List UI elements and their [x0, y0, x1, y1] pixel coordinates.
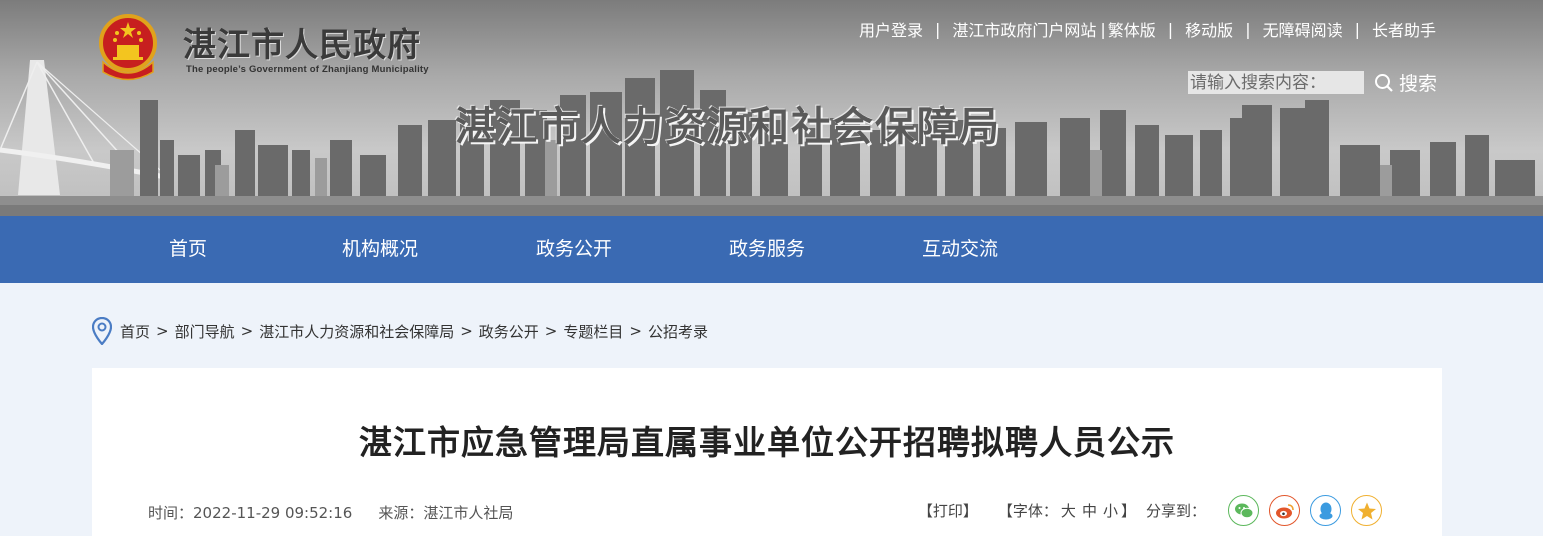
source-value: 湛江市人社局 — [423, 504, 514, 522]
search-box: 搜索 — [1188, 69, 1437, 96]
bureau-name: 湛江市人力资源和社会保障局 — [455, 104, 1001, 150]
font-size-large[interactable]: 大 — [1061, 502, 1076, 520]
qq-icon — [1319, 502, 1332, 519]
link-gov-portal[interactable]: 湛江市政府门户网站 — [952, 17, 1096, 41]
article-title: 湛江市应急管理局直属事业单位公开招聘拟聘人员公示 — [359, 423, 1175, 462]
link-accessibility[interactable]: 无障碍阅读 — [1263, 17, 1343, 41]
divider: | — [1245, 19, 1251, 39]
breadcrumb-separator: > — [240, 322, 254, 340]
article-card: 湛江市应急管理局直属事业单位公开招聘拟聘人员公示 时间：2022-11-29 0… — [92, 368, 1442, 536]
main-nav: 首页 机构概况 政务公开 政务服务 互动交流 — [0, 216, 1543, 283]
breadcrumb-gov-affairs[interactable]: 政务公开 — [479, 321, 539, 342]
print-bracket-close: 】 — [962, 502, 978, 520]
breadcrumb-bureau[interactable]: 湛江市人力资源和社会保障局 — [259, 321, 454, 342]
search-button-label: 搜索 — [1399, 73, 1438, 95]
search-icon — [1375, 73, 1393, 92]
article-tools: 【打印】 【字体：大中小】 分享到： — [918, 495, 1382, 526]
breadcrumb-special-topics[interactable]: 专题栏目 — [563, 321, 623, 342]
national-emblem-icon — [99, 14, 157, 81]
share-wechat-button[interactable] — [1228, 495, 1259, 526]
breadcrumb-recruitment[interactable]: 公招考录 — [648, 321, 708, 342]
qzone-icon — [1357, 502, 1376, 519]
divider: | — [934, 19, 941, 39]
top-links: 用户登录 | 湛江市政府门户网站 | 繁体版 | 移动版 | 无障碍阅读 | 长… — [859, 17, 1436, 41]
link-mobile[interactable]: 移动版 — [1185, 17, 1233, 41]
share-label: 分享到： — [1145, 502, 1206, 520]
source-label: 来源： — [378, 504, 424, 522]
nav-item-interaction[interactable]: 互动交流 — [922, 216, 998, 283]
nav-item-about[interactable]: 机构概况 — [342, 216, 418, 283]
link-elder-assistant[interactable]: 长者助手 — [1372, 17, 1436, 41]
header-banner: 湛江市人民政府 The people’s Government of Zhanj… — [0, 0, 1543, 216]
nav-item-home[interactable]: 首页 — [169, 216, 207, 283]
font-size-small[interactable]: 小 — [1103, 502, 1118, 520]
gov-name-en: The people’s Government of Zhanjiang Mun… — [186, 64, 429, 75]
share-qzone-button[interactable] — [1351, 495, 1382, 526]
link-user-login[interactable]: 用户登录 — [859, 17, 923, 41]
breadcrumb: 首页 > 部门导航 > 湛江市人力资源和社会保障局 > 政务公开 > 专题栏目 … — [92, 317, 708, 345]
search-button[interactable]: 搜索 — [1374, 69, 1437, 96]
font-size-control: 【字体：大中小】 — [998, 500, 1136, 521]
breadcrumb-separator: > — [460, 322, 473, 340]
search-input[interactable] — [1188, 71, 1364, 94]
divider: | — [1167, 19, 1174, 39]
link-traditional-chinese[interactable]: 繁体版 — [1108, 17, 1156, 41]
wechat-icon — [1234, 503, 1253, 518]
divider: | — [1354, 19, 1360, 39]
publish-time: 时间：2022-11-29 09:52:16 — [148, 502, 352, 523]
print-control: 【打印】 — [918, 500, 978, 521]
share-weibo-button[interactable] — [1269, 495, 1300, 526]
nav-item-services[interactable]: 政务服务 — [729, 216, 805, 283]
nav-item-gov-affairs[interactable]: 政务公开 — [536, 216, 612, 283]
article-source: 来源：湛江市人社局 — [378, 502, 513, 523]
divider: | — [1100, 19, 1106, 39]
breadcrumb-home[interactable]: 首页 — [120, 321, 150, 342]
font-size-medium[interactable]: 中 — [1082, 502, 1097, 520]
breadcrumb-separator: > — [544, 322, 558, 340]
weibo-icon — [1275, 503, 1294, 518]
share-qq-button[interactable] — [1310, 495, 1341, 526]
print-bracket-open: 【 — [917, 502, 933, 520]
gov-name[interactable]: 湛江市人民政府 — [183, 18, 421, 66]
location-pin-icon — [92, 317, 112, 345]
font-size-bracket-close: 】 — [1120, 502, 1136, 520]
print-button[interactable]: 打印 — [933, 502, 963, 520]
article-meta: 时间：2022-11-29 09:52:16 来源：湛江市人社局 — [148, 502, 513, 523]
breadcrumb-separator: > — [156, 322, 169, 340]
breadcrumb-dept-nav[interactable]: 部门导航 — [175, 321, 235, 342]
time-label: 时间： — [148, 504, 194, 522]
time-value: 2022-11-29 09:52:16 — [193, 504, 353, 522]
font-size-label: 【字体： — [997, 502, 1058, 520]
breadcrumb-separator: > — [629, 322, 642, 340]
